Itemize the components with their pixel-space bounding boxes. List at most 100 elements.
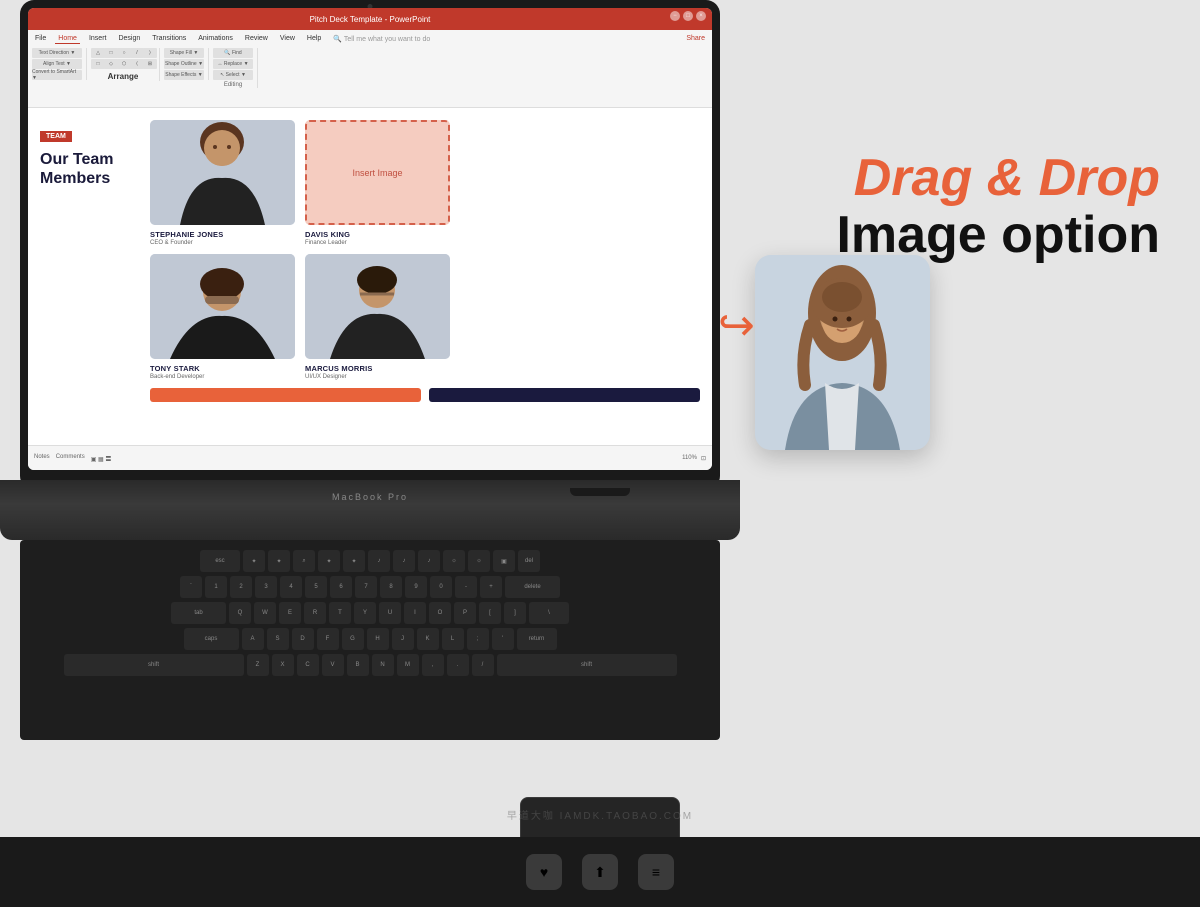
key-e[interactable]: E: [279, 602, 301, 624]
key-f11[interactable]: ▣: [493, 550, 515, 572]
key-d[interactable]: D: [292, 628, 314, 650]
key-n[interactable]: N: [372, 654, 394, 676]
key-h[interactable]: H: [367, 628, 389, 650]
key-r[interactable]: R: [304, 602, 326, 624]
key-plus[interactable]: +: [480, 576, 502, 598]
tab-view[interactable]: View: [277, 34, 298, 44]
replace-btn[interactable]: ↔ Replace ▼: [213, 59, 253, 69]
close-button[interactable]: ×: [696, 11, 706, 21]
key-semi[interactable]: ;: [467, 628, 489, 650]
zoom-fit[interactable]: ⊡: [701, 455, 706, 462]
key-6[interactable]: 6: [330, 576, 352, 598]
shape-2[interactable]: □: [104, 48, 118, 58]
key-f8[interactable]: ♪: [418, 550, 440, 572]
smart-btn[interactable]: Convert to SmartArt ▼: [32, 70, 82, 80]
key-f7[interactable]: ♪: [393, 550, 415, 572]
shape-9[interactable]: ⟨: [130, 59, 144, 69]
share-button[interactable]: Share: [683, 34, 708, 44]
key-backslash[interactable]: \: [529, 602, 569, 624]
shape-effects-btn[interactable]: Shape Effects ▼: [164, 70, 204, 80]
tab-animations[interactable]: Animations: [195, 34, 236, 44]
shape-1[interactable]: △: [91, 48, 105, 58]
key-s[interactable]: S: [267, 628, 289, 650]
dock-icon-share[interactable]: ⬆: [582, 854, 618, 890]
key-f6[interactable]: ♪: [368, 550, 390, 572]
align-btn[interactable]: Align Text ▼: [32, 59, 82, 69]
shape-8[interactable]: ⬡: [117, 59, 131, 69]
key-2[interactable]: 2: [230, 576, 252, 598]
key-o[interactable]: O: [429, 602, 451, 624]
minimize-button[interactable]: −: [670, 11, 680, 21]
key-7[interactable]: 7: [355, 576, 377, 598]
maximize-button[interactable]: □: [683, 11, 693, 21]
shape-fill-btn[interactable]: Shape Fill ▼: [164, 48, 204, 58]
key-z[interactable]: Z: [247, 654, 269, 676]
key-q[interactable]: Q: [229, 602, 251, 624]
tab-insert[interactable]: Insert: [86, 34, 110, 44]
floating-image-card[interactable]: [755, 255, 930, 450]
key-f10[interactable]: ☼: [468, 550, 490, 572]
key-bracket-l[interactable]: [: [479, 602, 501, 624]
key-x[interactable]: X: [272, 654, 294, 676]
key-5[interactable]: 5: [305, 576, 327, 598]
key-0[interactable]: 0: [430, 576, 452, 598]
key-y[interactable]: Y: [354, 602, 376, 624]
key-return[interactable]: return: [517, 628, 557, 650]
key-b[interactable]: B: [347, 654, 369, 676]
key-minus[interactable]: -: [455, 576, 477, 598]
key-comma[interactable]: ,: [422, 654, 444, 676]
tab-file[interactable]: File: [32, 34, 49, 44]
key-backtick[interactable]: `: [180, 576, 202, 598]
key-1[interactable]: 1: [205, 576, 227, 598]
shape-6[interactable]: □: [91, 59, 105, 69]
key-quote[interactable]: ': [492, 628, 514, 650]
key-f1[interactable]: ✦: [243, 550, 265, 572]
key-i[interactable]: I: [404, 602, 426, 624]
key-w[interactable]: W: [254, 602, 276, 624]
shape-4[interactable]: /: [130, 48, 144, 58]
key-j[interactable]: J: [392, 628, 414, 650]
key-g[interactable]: G: [342, 628, 364, 650]
dock-icon-menu[interactable]: ≡: [638, 854, 674, 890]
key-l[interactable]: L: [442, 628, 464, 650]
key-del[interactable]: del: [518, 550, 540, 572]
shape-10[interactable]: ⊞: [143, 59, 157, 69]
find-btn[interactable]: 🔍 Find: [213, 48, 253, 58]
key-a[interactable]: A: [242, 628, 264, 650]
cta-btn-orange[interactable]: [150, 388, 421, 402]
key-c[interactable]: C: [297, 654, 319, 676]
tab-home[interactable]: Home: [55, 34, 80, 44]
key-k[interactable]: K: [417, 628, 439, 650]
shape-7[interactable]: ◇: [104, 59, 118, 69]
key-4[interactable]: 4: [280, 576, 302, 598]
notes-btn[interactable]: Notes: [34, 454, 50, 463]
key-tab[interactable]: tab: [171, 602, 226, 624]
key-shift-r[interactable]: shift: [497, 654, 677, 676]
member-photo-2-placeholder[interactable]: Insert Image: [305, 120, 450, 225]
search-tab[interactable]: 🔍 Tell me what you want to do: [330, 34, 433, 44]
text-down-btn[interactable]: Text Direction ▼: [32, 48, 82, 58]
comments-btn[interactable]: Comments: [56, 454, 85, 463]
key-shift-l[interactable]: shift: [64, 654, 244, 676]
key-caps[interactable]: caps: [184, 628, 239, 650]
key-period[interactable]: .: [447, 654, 469, 676]
key-f5[interactable]: ✦: [343, 550, 365, 572]
key-delete[interactable]: delete: [505, 576, 560, 598]
select-btn[interactable]: ↖ Select ▼: [213, 70, 253, 80]
key-8[interactable]: 8: [380, 576, 402, 598]
shape-3[interactable]: ○: [117, 48, 131, 58]
key-bracket-r[interactable]: ]: [504, 602, 526, 624]
key-f4[interactable]: ✦: [318, 550, 340, 572]
key-3[interactable]: 3: [255, 576, 277, 598]
key-f9[interactable]: ☼: [443, 550, 465, 572]
key-t[interactable]: T: [329, 602, 351, 624]
tab-help[interactable]: Help: [304, 34, 324, 44]
key-esc[interactable]: esc: [200, 550, 240, 572]
key-u[interactable]: U: [379, 602, 401, 624]
key-9[interactable]: 9: [405, 576, 427, 598]
key-f[interactable]: F: [317, 628, 339, 650]
key-f3[interactable]: ⌕: [293, 550, 315, 572]
key-f2[interactable]: ✦: [268, 550, 290, 572]
tab-review[interactable]: Review: [242, 34, 271, 44]
key-slash[interactable]: /: [472, 654, 494, 676]
